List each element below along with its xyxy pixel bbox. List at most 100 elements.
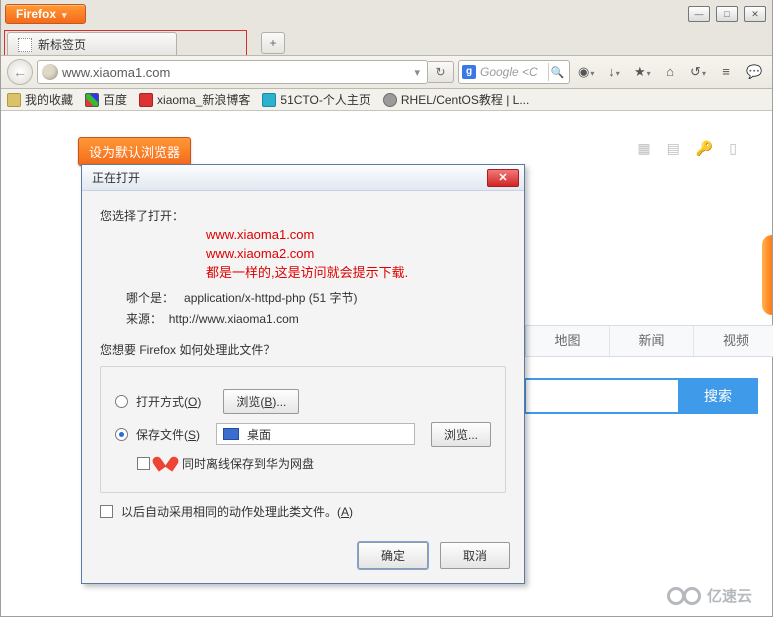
search-bar[interactable]: g Google <C 🔍 — [458, 60, 570, 84]
handle-question: 您想要 Firefox 如何处理此文件？ — [100, 341, 506, 358]
tab-title: 新标签页 — [38, 36, 86, 53]
category-tabs: 地图 新闻 视频 — [525, 325, 773, 357]
tab-strip: 新标签页 — [4, 30, 247, 56]
firefox-logo-edge — [762, 235, 772, 315]
firefox-menu-button[interactable]: Firefox — [5, 4, 86, 24]
huawei-icon — [158, 455, 174, 471]
url-input[interactable] — [62, 65, 407, 80]
bookmark-my-favorites[interactable]: 我的收藏 — [7, 91, 73, 108]
from-line: 来源： http://www.xiaoma1.com — [126, 310, 506, 327]
site-identity-icon — [42, 64, 58, 80]
you-chose-label: 您选择了打开： — [100, 207, 506, 224]
minimize-button[interactable]: — — [688, 6, 710, 22]
annotation-line: www.xiaoma2.com — [206, 245, 506, 264]
page-search-input[interactable] — [524, 378, 678, 414]
mime-line: 哪个是： application/x-httpd-php (51 字节) — [126, 289, 506, 306]
page-search-button[interactable]: 搜索 — [678, 378, 758, 414]
dialog-title: 正在打开 — [92, 169, 140, 186]
sina-icon — [139, 93, 153, 107]
bookmark-label: RHEL/CentOS教程 | L... — [401, 91, 530, 108]
cat-video[interactable]: 视频 — [694, 326, 773, 356]
tab-new-tab-page[interactable]: 新标签页 — [7, 32, 177, 56]
save-file-radio[interactable] — [115, 428, 128, 441]
abp-icon[interactable]: ◉ — [578, 64, 594, 80]
list-view-icon[interactable]: ▤ — [667, 140, 680, 157]
dialog-close-button[interactable]: ✕ — [487, 169, 519, 187]
dialog-footer: 确定 取消 — [82, 532, 524, 583]
back-button[interactable]: ← — [7, 59, 33, 85]
cat-news[interactable]: 新闻 — [610, 326, 694, 356]
search-go-icon[interactable]: 🔍 — [548, 63, 566, 81]
nav-toolbar: ← ▾ ↻ g Google <C 🔍 ◉ ↓ ★ ⌂ ↺ ≡ 💬 — [1, 55, 772, 89]
set-default-browser-button[interactable]: 设为默认浏览器 — [78, 137, 191, 166]
close-window-button[interactable]: ✕ — [744, 6, 766, 22]
yisuyun-watermark: 亿速云 — [667, 585, 752, 606]
menu-icon[interactable]: ≡ — [718, 64, 734, 80]
key-icon[interactable]: 🔑 — [696, 140, 713, 157]
browse-dest-button[interactable]: 浏览... — [431, 422, 491, 447]
save-file-row[interactable]: 保存文件(S) 桌面 浏览... — [115, 422, 491, 447]
maximize-button[interactable]: □ — [716, 6, 738, 22]
sync-icon[interactable]: ↺ — [690, 64, 706, 80]
toolbar-icons: ◉ ↓ ★ ⌂ ↺ ≡ 💬 — [574, 64, 766, 80]
phone-icon[interactable]: ▯ — [729, 140, 737, 157]
destination-field[interactable]: 桌面 — [216, 423, 415, 445]
page-tool-icons: ▦ ▤ 🔑 ▯ — [637, 140, 737, 157]
page-search: 搜索 — [524, 378, 758, 414]
baidu-icon — [85, 93, 99, 107]
bookmark-baidu[interactable]: 百度 — [85, 91, 127, 108]
annotation-line: 都是一样的,这是访问就会提示下载. — [206, 264, 506, 283]
download-dialog: 正在打开 ✕ 您选择了打开： www.xiaoma1.com www.xiaom… — [81, 164, 525, 584]
huawei-label: 同时离线保存到华为网盘 — [182, 455, 314, 472]
search-placeholder: Google <C — [480, 65, 544, 79]
annotation-text: www.xiaoma1.com www.xiaoma2.com 都是一样的,这是… — [206, 226, 506, 283]
bookmark-label: 我的收藏 — [25, 91, 73, 108]
huawei-row[interactable]: 同时离线保存到华为网盘 — [137, 455, 491, 472]
mime-value: application/x-httpd-php (51 字节) — [184, 291, 357, 305]
cto-icon — [262, 93, 276, 107]
ok-button[interactable]: 确定 — [358, 542, 428, 569]
url-bar[interactable]: ▾ — [37, 60, 428, 84]
logo-glyph-icon — [683, 587, 701, 605]
cat-map[interactable]: 地图 — [526, 326, 610, 356]
cancel-button[interactable]: 取消 — [440, 542, 510, 569]
firefox-window: Firefox — □ ✕ 新标签页 + ← ▾ ↻ g Google <C 🔍… — [0, 0, 773, 617]
chat-icon[interactable]: 💬 — [746, 64, 762, 80]
search-engine-icon[interactable]: g — [462, 65, 476, 79]
bookmark-51cto[interactable]: 51CTO-个人主页 — [262, 91, 370, 108]
home-icon[interactable]: ⌂ — [662, 64, 678, 80]
open-with-radio[interactable] — [115, 395, 128, 408]
bookmark-label: 51CTO-个人主页 — [280, 91, 370, 108]
huawei-checkbox[interactable] — [137, 457, 150, 470]
bookmark-label: xiaoma_新浪博客 — [157, 91, 250, 108]
folder-icon — [7, 93, 21, 107]
downloads-icon[interactable]: ↓ — [606, 64, 622, 80]
tab-favicon — [18, 38, 32, 52]
browse-app-button[interactable]: 浏览(B)... — [223, 389, 299, 414]
which-is-label: 哪个是： — [126, 291, 174, 305]
dialog-body: 您选择了打开： www.xiaoma1.com www.xiaoma2.com … — [82, 191, 524, 532]
remember-label: 以后自动采用相同的动作处理此类文件。(A) — [121, 503, 353, 520]
from-label: 来源： — [126, 312, 162, 326]
grid-view-icon[interactable]: ▦ — [637, 140, 650, 157]
open-with-row[interactable]: 打开方式(O) 浏览(B)... — [115, 389, 491, 414]
remember-checkbox[interactable] — [100, 505, 113, 518]
bookmark-star-icon[interactable]: ★ — [634, 64, 650, 80]
annotation-line: www.xiaoma1.com — [206, 226, 506, 245]
bookmark-xiaoma-blog[interactable]: xiaoma_新浪博客 — [139, 91, 250, 108]
action-group: 打开方式(O) 浏览(B)... 保存文件(S) 桌面 浏览... — [100, 366, 506, 493]
open-with-label: 打开方式(O) — [136, 393, 201, 410]
remember-row[interactable]: 以后自动采用相同的动作处理此类文件。(A) — [100, 503, 506, 520]
dialog-titlebar[interactable]: 正在打开 ✕ — [82, 165, 524, 191]
desktop-icon — [223, 428, 239, 440]
destination-value: 桌面 — [247, 426, 271, 443]
watermark-text: 亿速云 — [707, 585, 752, 606]
window-controls: — □ ✕ — [688, 6, 766, 22]
url-dropdown-icon[interactable]: ▾ — [411, 66, 423, 79]
new-tab-button[interactable]: + — [261, 32, 285, 54]
from-value: http://www.xiaoma1.com — [169, 312, 299, 326]
save-file-label: 保存文件(S) — [136, 426, 200, 443]
reload-button[interactable]: ↻ — [428, 61, 454, 83]
bookmark-label: 百度 — [103, 91, 127, 108]
bookmark-rhel-centos[interactable]: RHEL/CentOS教程 | L... — [383, 91, 530, 108]
